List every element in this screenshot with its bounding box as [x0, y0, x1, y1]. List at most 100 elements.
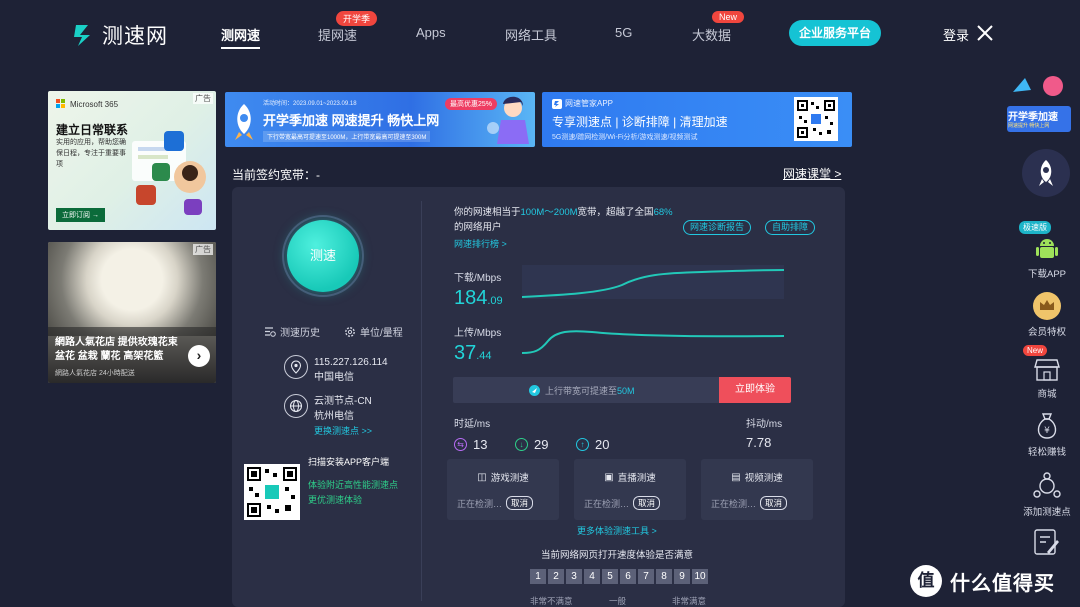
speed-ranking-link[interactable]: 网速排行榜 > [454, 237, 507, 250]
banner-speed-manager-app[interactable]: 网速管家APP 专享测速点 | 诊断排障 | 清理加速 5G测速/蹭网检测/Wi… [542, 92, 852, 147]
card-status: 正在检测… [457, 498, 503, 509]
ad-brand: Microsoft 365 [70, 99, 119, 109]
list-icon [265, 327, 276, 337]
video-speed-test-card[interactable]: ▤ 视频测速 正在检测… 取消 [701, 459, 813, 520]
ad-tag: 广告 [193, 93, 213, 104]
cancel-button[interactable]: 取消 [760, 496, 788, 510]
download-value: 184.09 [454, 287, 503, 310]
survey-score-7[interactable]: 7 [638, 569, 654, 584]
survey-score-8[interactable]: 8 [656, 569, 672, 584]
video-icon: ▤ [731, 471, 741, 483]
nav-tab-network-tools[interactable]: 网络工具 [505, 25, 557, 44]
result-range: 100M～200M [520, 207, 578, 218]
nav-tab-apps[interactable]: Apps [416, 25, 446, 40]
more-tools-link[interactable]: 更多体验测速工具 > [577, 524, 657, 537]
banner-subtitle: 5G测速/蹭网检测/Wi-Fi分析/游戏测速/视频测试 [552, 134, 698, 141]
change-node-link[interactable]: 更换测速点 >> [314, 424, 372, 439]
live-speed-test-card[interactable]: ▣ 直播测速 正在检测… 取消 [574, 459, 686, 520]
promo-subtitle: 网速提升 畅快上网 [1008, 123, 1050, 129]
back-to-school-promo[interactable]: 开学季加速 网速提升 畅快上网 [1005, 72, 1073, 132]
qr-title: 扫描安装APP客户端 [308, 457, 390, 467]
survey-score-6[interactable]: 6 [620, 569, 636, 584]
site-logo[interactable]: 测速网 [70, 20, 168, 50]
speed-history-link[interactable]: 测速历史 [264, 324, 320, 339]
store-icon [1034, 359, 1060, 381]
feedback-icon[interactable] [1031, 528, 1061, 558]
banner-title: 开学季加速 网速提升 畅快上网 [263, 113, 440, 128]
cancel-button[interactable]: 取消 [633, 496, 661, 510]
microsoft-icon [56, 99, 66, 109]
speed-boost-shortcut[interactable] [1022, 149, 1070, 197]
store-button[interactable]: 商城 [1019, 358, 1075, 400]
qr-line-better: 更优测速体验 [308, 495, 363, 505]
game-speed-test-card[interactable]: ◫ 游戏测速 正在检测… 取消 [447, 459, 559, 520]
node-info: 云测节点-CN 杭州电信 更换测速点 >> [284, 394, 372, 439]
isp-name: 中国电信 [314, 372, 354, 383]
banner-app-name: 网速管家APP [552, 98, 613, 109]
survey-score-9[interactable]: 9 [674, 569, 690, 584]
nav-tab-boost-speed[interactable]: 提网速 [318, 25, 357, 44]
member-privileges-button[interactable]: 会员特权 [1019, 292, 1075, 338]
add-node-label: 添加测速点 [1023, 507, 1071, 518]
speed-course-link[interactable]: 网速课堂 > [783, 165, 841, 182]
try-now-button[interactable]: 立即体验 [719, 377, 791, 403]
chevron-right-icon[interactable]: › [188, 345, 210, 367]
upload-boost-bar: 上行带宽可提速至 50M 立即体验 [453, 377, 791, 403]
ip-address: 115.227.126.114 [314, 357, 388, 368]
start-speed-test-button[interactable]: 测速 [287, 220, 359, 292]
store-label: 商城 [1037, 389, 1057, 400]
ad-subscribe-button[interactable]: 立即订阅 → [56, 208, 105, 222]
upload-int: 37 [454, 342, 477, 364]
survey-score-10[interactable]: 10 [692, 569, 708, 584]
right-sidebar: 开学季加速 网速提升 畅快上网 极速版 下载APP 会员特权 New 商城 ¥ … [1005, 0, 1080, 607]
login-link[interactable]: 登录 [943, 25, 969, 44]
earn-money-button[interactable]: ¥ 轻松赚钱 [1019, 412, 1075, 458]
ad-subtitle: 網路人氣花店 24小時配送 [55, 370, 135, 377]
survey-score-1[interactable]: 1 [530, 569, 546, 584]
rocket-icon [529, 385, 540, 396]
nav-badge-new: New [712, 11, 745, 23]
panel-divider [421, 201, 422, 601]
upload-boost-text: 上行带宽可提速至 50M [529, 384, 635, 397]
banner-back-to-school[interactable]: 活动时间：2023.09.01~2023.09.18 最高优惠25% 开学季加速… [225, 92, 535, 147]
cancel-button[interactable]: 取消 [506, 496, 534, 510]
download-app-label: 下载APP [1027, 269, 1066, 280]
card-status: 正在检测… [711, 498, 757, 509]
survey-score-2[interactable]: 2 [548, 569, 564, 584]
upload-dec: .44 [476, 350, 492, 362]
banner-date: 活动时间：2023.09.01~2023.09.18 [263, 101, 357, 107]
result-prefix: 你的网速相当于 [454, 207, 521, 218]
nav-tab-test-speed[interactable]: 测网速 [221, 25, 261, 49]
girl-illustration [487, 96, 529, 144]
ad-microsoft-365[interactable]: 广告 Microsoft 365 建立日常联系 实用的应用，帮助您确保日程，专注… [48, 91, 216, 230]
qr-code-icon [247, 467, 297, 517]
nav-tab-5g[interactable]: 5G [615, 25, 632, 40]
network-nodes-icon [1033, 472, 1061, 498]
logo-text: 测速网 [102, 25, 168, 48]
latency-upload: ↑ 20 [576, 437, 609, 452]
android-icon [1036, 239, 1058, 258]
close-icon[interactable] [976, 24, 994, 42]
banner-subtitle: 下行带宽最高可提速至1000M，上行带宽最高可提速至300M [263, 131, 431, 142]
enterprise-platform-button[interactable]: 企业服务平台 [789, 20, 881, 46]
nav-tab-big-data[interactable]: 大数据 [692, 25, 731, 44]
top-nav: 测速网 测网速 开学季 提网速 Apps 网络工具 5G New 大数据 企业服… [0, 0, 1080, 62]
live-tv-icon: ▣ [604, 471, 614, 483]
rocket-illustration [235, 104, 253, 140]
result-percent: 68% [653, 207, 673, 218]
latency-idle: ⇆ 13 [454, 437, 487, 452]
self-troubleshoot-button[interactable]: 自助排障 [765, 220, 816, 235]
add-node-button[interactable]: 添加测速点 [1019, 472, 1075, 518]
survey-score-5[interactable]: 5 [602, 569, 618, 584]
survey-score-3[interactable]: 3 [566, 569, 582, 584]
watermark-text: 什么值得买 [950, 572, 1055, 595]
upload-value: 37.44 [454, 342, 492, 365]
ad-flower-shop[interactable]: 广告 網路人氣花店 提供玫瑰花束 盆花 盆栽 蘭花 高架花籃 網路人氣花店 24… [48, 242, 216, 383]
unit-range-link[interactable]: 单位/量程 [344, 324, 403, 339]
diagnose-report-button[interactable]: 网速诊断报告 [683, 220, 752, 235]
download-app-button[interactable]: 下载APP [1019, 236, 1075, 280]
survey-score-4[interactable]: 4 [584, 569, 600, 584]
download-label: 下载/Mbps [454, 273, 502, 284]
latency-label: 时延/ms [454, 419, 491, 430]
survey-question: 当前网络网页打开速度体验是否满意 [541, 550, 694, 561]
